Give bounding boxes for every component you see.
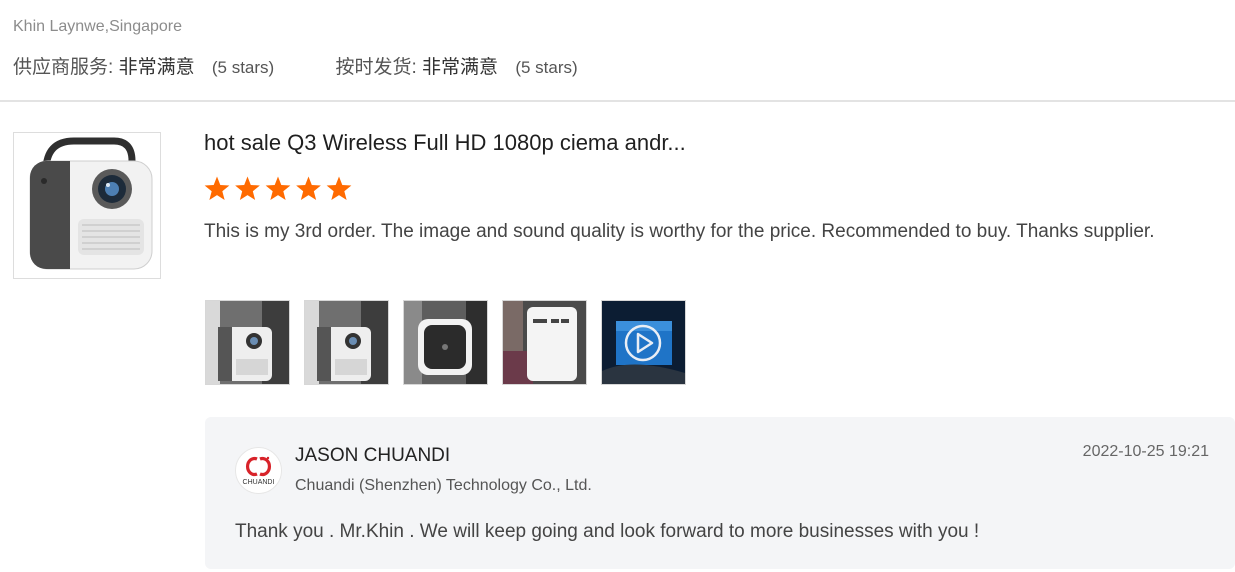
projector-image [29, 137, 153, 270]
seller-logo: CHUANDI [235, 447, 282, 494]
review-photo[interactable] [403, 300, 488, 385]
star-icon [326, 176, 352, 201]
review-video[interactable] [601, 300, 686, 385]
seller-name: JASON CHUANDI [295, 445, 451, 466]
star-icon [204, 176, 230, 201]
rating-value: 非常满意 [118, 57, 195, 78]
star-icon [265, 176, 291, 201]
rating-label: 按时发货: [335, 57, 417, 78]
star-icon [296, 176, 321, 201]
product-title-link[interactable]: hot sale Q3 Wireless Full HD 1080p ciema… [204, 130, 686, 156]
supplier-ratings: 供应商服务: 非常满意 (5 stars) 按时发货: 非常满意 (5 star… [13, 52, 578, 79]
star-icon [235, 176, 260, 201]
rating-stars-text: (5 stars) [211, 58, 275, 77]
review-photo[interactable] [205, 300, 290, 385]
review-card: Khin Laynwe,Singapore 供应商服务: 非常满意 (5 sta… [0, 0, 1235, 572]
rating-label: 供应商服务: [13, 57, 114, 78]
reply-text: Thank you . Mr.Khin . We will keep going… [235, 521, 980, 542]
photo-projector-top [404, 301, 487, 384]
rating-value: 非常满意 [422, 57, 499, 78]
review-photo[interactable] [304, 300, 389, 385]
star-icons [204, 176, 352, 201]
supplier-reply: CHUANDI JASON CHUANDI Chuandi (Shenzhen)… [205, 417, 1235, 569]
review-star-rating [204, 175, 354, 205]
reply-timestamp: 2022-10-25 19:21 [1082, 443, 1209, 460]
rating-on-time-shipment: 按时发货: 非常满意 (5 stars) [335, 52, 577, 79]
seller-company[interactable]: Chuandi (Shenzhen) Technology Co., Ltd. [295, 477, 592, 495]
play-icon [602, 301, 685, 384]
section-divider [0, 100, 1235, 102]
rating-stars-text: (5 stars) [515, 58, 578, 77]
chuandi-logo-icon: CHUANDI [235, 447, 282, 494]
reviewer-name-location: Khin Laynwe,Singapore [13, 18, 183, 35]
review-text: This is my 3rd order. The image and soun… [204, 221, 1155, 242]
review-photo[interactable] [502, 300, 587, 385]
rating-supplier-service: 供应商服务: 非常满意 (5 stars) [13, 52, 274, 79]
photo-projector-front [305, 301, 388, 384]
photo-projector-side [503, 301, 586, 384]
product-thumbnail[interactable] [13, 132, 161, 279]
photo-projector-front [206, 301, 289, 384]
logo-text: CHUANDI [243, 479, 275, 486]
